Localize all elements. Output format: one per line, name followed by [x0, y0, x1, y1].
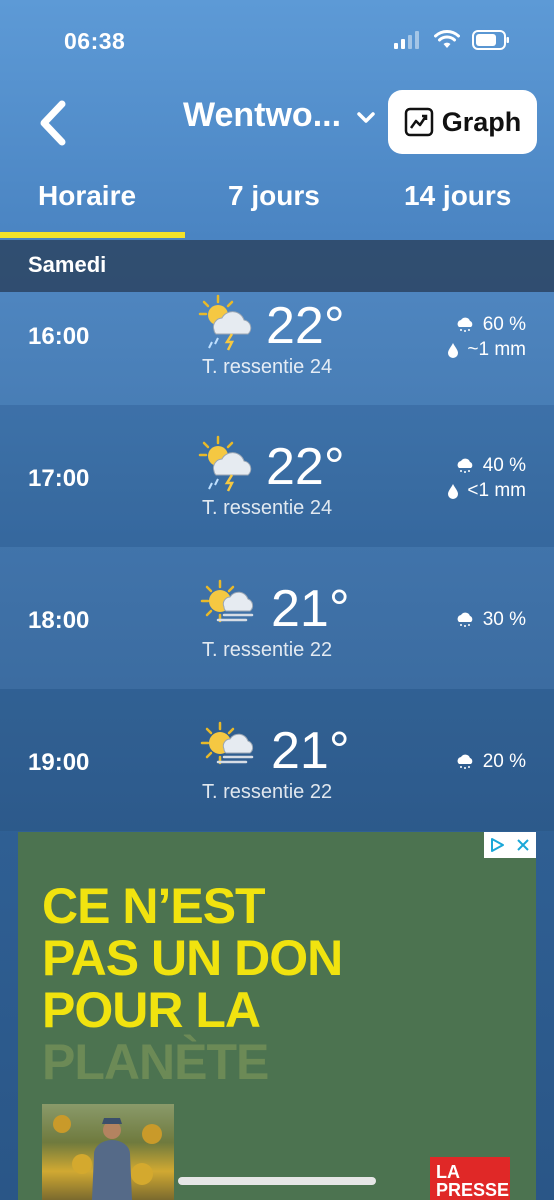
ad-banner[interactable]: CE N’EST PAS UN DON POUR LA PLANÈTE LA P…	[18, 832, 536, 1200]
tab-14-jours[interactable]: 14 jours	[404, 180, 511, 212]
chevron-left-icon	[40, 100, 66, 146]
sun-cloud-thunder-rain-icon	[198, 435, 252, 492]
active-tab-indicator	[0, 232, 185, 238]
rain-cloud-icon	[457, 612, 472, 627]
precip-probability: 40 %	[482, 454, 526, 476]
temperature: 21°	[271, 722, 350, 780]
hour-row[interactable]: 17:00 22° T. ressentie 24 40 % <1 mm	[0, 405, 554, 547]
status-time: 06:38	[64, 28, 126, 54]
adchoices-icon	[491, 838, 504, 852]
hour-time: 17:00	[28, 465, 90, 492]
ad-headline-line: PLANÈTE	[42, 1034, 269, 1090]
feels-like: T. ressentie 22	[202, 639, 333, 661]
graph-button-label: Graph	[441, 106, 522, 137]
precipitation: 60 % ~1 mm	[447, 312, 526, 362]
precipitation: 30 %	[455, 607, 526, 632]
ad-headline-line: PAS UN DON	[42, 930, 343, 986]
ad-headline-line: CE N’EST	[42, 878, 266, 934]
precip-amount: ~1 mm	[467, 338, 526, 360]
temperature: 22°	[266, 297, 345, 355]
ad-logo: LA PRESSE	[430, 1157, 510, 1200]
hour-row[interactable]: 19:00 21° T. ressentie 22 20 %	[0, 689, 554, 831]
ad-photo	[42, 1104, 174, 1200]
rain-cloud-icon	[457, 754, 472, 769]
rain-cloud-icon	[457, 317, 472, 332]
precip-amount: <1 mm	[467, 479, 526, 501]
chevron-down-icon	[357, 112, 375, 123]
close-icon	[517, 839, 529, 851]
sun-cloud-haze-icon	[200, 721, 254, 765]
tab-horaire[interactable]: Horaire	[38, 180, 136, 212]
header: Wentwo... Graph	[0, 80, 554, 170]
ad-headline-line: POUR LA	[42, 982, 261, 1038]
hour-row[interactable]: 16:00 22° T. ressentie 24 60 % ~1 mm	[0, 292, 554, 405]
day-header: Samedi	[0, 240, 554, 292]
raindrop-icon	[448, 342, 459, 358]
adchoices-button[interactable]	[484, 832, 510, 858]
precip-probability: 30 %	[482, 608, 526, 630]
precipitation: 40 % <1 mm	[447, 453, 526, 503]
status-icons	[394, 30, 510, 50]
wifi-icon	[434, 30, 460, 48]
back-button[interactable]	[34, 98, 74, 148]
forecast-tabs: Horaire 7 jours 14 jours	[0, 170, 554, 240]
battery-icon	[472, 30, 509, 50]
graph-button[interactable]: Graph	[388, 90, 537, 154]
ad-close-button[interactable]	[510, 832, 536, 858]
tab-7-jours[interactable]: 7 jours	[228, 180, 320, 212]
ad-controls	[484, 832, 536, 858]
hour-time: 16:00	[28, 323, 90, 350]
feels-like: T. ressentie 22	[202, 781, 333, 803]
precip-probability: 20 %	[482, 750, 526, 772]
farmer-photo-icon	[53, 1115, 162, 1200]
hour-time: 19:00	[28, 749, 90, 776]
raindrop-icon	[448, 483, 459, 499]
location-title[interactable]: Wentwo...	[183, 96, 341, 135]
location-dropdown[interactable]	[355, 110, 377, 126]
day-label: Samedi	[28, 252, 107, 277]
chart-icon	[404, 107, 433, 137]
hour-row[interactable]: 18:00 21° T. ressentie 22 30 %	[0, 547, 554, 689]
precip-probability: 60 %	[482, 313, 526, 335]
cellular-signal-icon	[394, 31, 419, 49]
temperature: 22°	[266, 438, 345, 496]
status-bar: 06:38	[0, 0, 554, 80]
sun-cloud-haze-icon	[200, 579, 254, 623]
feels-like: T. ressentie 24	[202, 497, 333, 519]
temperature: 21°	[271, 580, 350, 638]
ad-headline: CE N’EST PAS UN DON POUR LA PLANÈTE	[42, 878, 343, 1090]
home-indicator[interactable]	[178, 1177, 376, 1185]
sun-cloud-thunder-rain-icon	[198, 294, 252, 351]
feels-like: T. ressentie 24	[202, 356, 333, 378]
precipitation: 20 %	[455, 749, 526, 774]
hour-time: 18:00	[28, 607, 90, 634]
rain-cloud-icon	[457, 458, 472, 473]
